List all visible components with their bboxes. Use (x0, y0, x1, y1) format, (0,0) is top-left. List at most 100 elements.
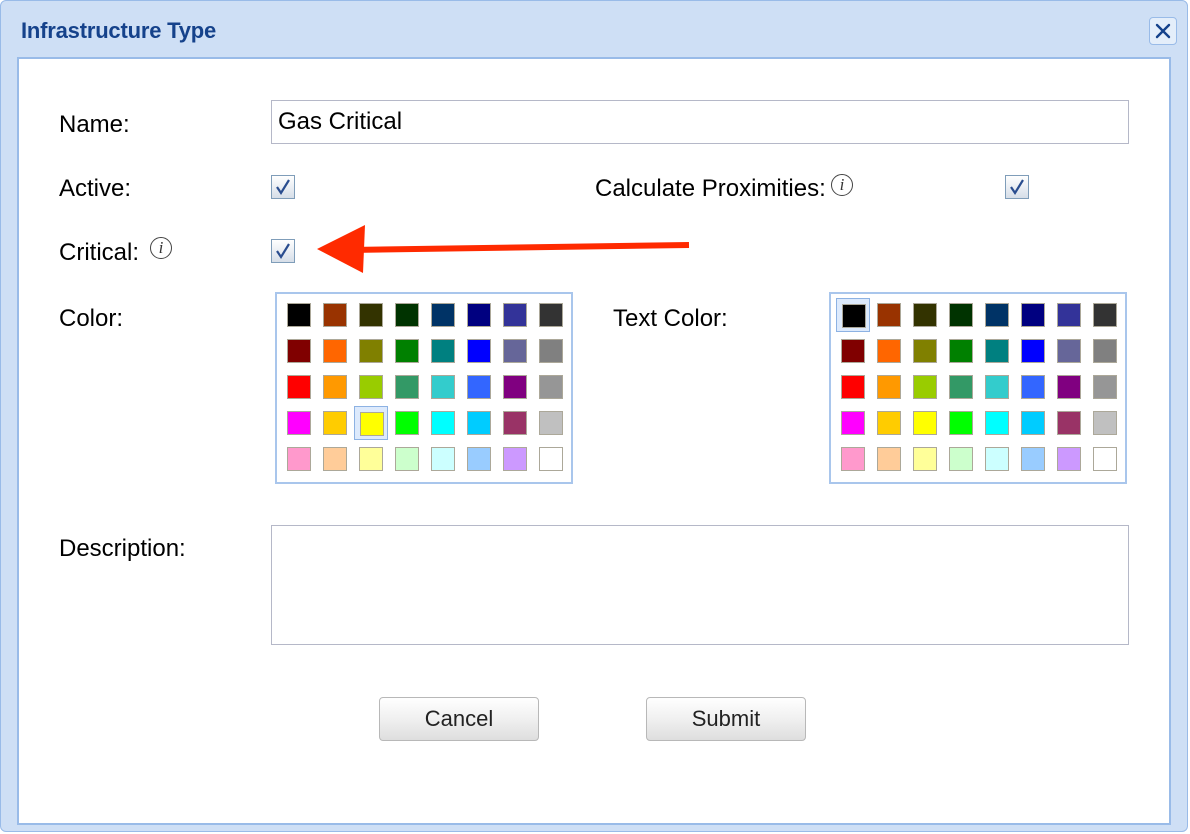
color-swatch[interactable] (462, 334, 496, 368)
color-palette[interactable] (275, 292, 573, 484)
color-swatch[interactable] (1052, 334, 1086, 368)
color-swatch-fill (359, 375, 383, 399)
color-swatch[interactable] (872, 370, 906, 404)
color-swatch[interactable] (980, 406, 1014, 440)
color-swatch[interactable] (980, 370, 1014, 404)
color-swatch[interactable] (1016, 406, 1050, 440)
color-swatch[interactable] (836, 298, 870, 332)
color-swatch[interactable] (1088, 442, 1122, 476)
color-swatch-fill (1021, 375, 1045, 399)
color-swatch[interactable] (390, 370, 424, 404)
color-swatch[interactable] (318, 406, 352, 440)
color-swatch[interactable] (908, 442, 942, 476)
color-swatch[interactable] (836, 406, 870, 440)
color-swatch[interactable] (944, 370, 978, 404)
color-swatch[interactable] (944, 406, 978, 440)
color-swatch[interactable] (282, 406, 316, 440)
color-swatch-fill (431, 375, 455, 399)
color-swatch[interactable] (1052, 298, 1086, 332)
dialog-titlebar[interactable]: Infrastructure Type (1, 1, 1187, 57)
color-swatch-fill (877, 303, 901, 327)
color-swatch-fill (841, 411, 865, 435)
color-swatch[interactable] (1052, 442, 1086, 476)
color-swatch[interactable] (836, 370, 870, 404)
color-swatch[interactable] (908, 370, 942, 404)
description-textarea[interactable] (271, 525, 1129, 645)
color-swatch[interactable] (1052, 370, 1086, 404)
color-swatch[interactable] (390, 334, 424, 368)
color-swatch-fill (539, 447, 563, 471)
color-swatch[interactable] (390, 298, 424, 332)
color-swatch[interactable] (282, 370, 316, 404)
color-swatch[interactable] (1088, 370, 1122, 404)
color-swatch[interactable] (980, 442, 1014, 476)
color-swatch[interactable] (872, 442, 906, 476)
color-swatch[interactable] (318, 442, 352, 476)
color-swatch[interactable] (836, 442, 870, 476)
color-swatch[interactable] (1088, 406, 1122, 440)
color-swatch[interactable] (1052, 406, 1086, 440)
color-swatch[interactable] (462, 370, 496, 404)
color-swatch[interactable] (354, 298, 388, 332)
color-swatch[interactable] (318, 370, 352, 404)
color-swatch[interactable] (534, 298, 568, 332)
color-swatch[interactable] (498, 406, 532, 440)
color-swatch[interactable] (836, 334, 870, 368)
color-swatch[interactable] (1016, 370, 1050, 404)
color-swatch[interactable] (318, 334, 352, 368)
color-swatch[interactable] (534, 442, 568, 476)
color-swatch[interactable] (1088, 334, 1122, 368)
color-swatch[interactable] (944, 298, 978, 332)
color-swatch[interactable] (534, 334, 568, 368)
color-swatch[interactable] (282, 334, 316, 368)
color-swatch[interactable] (1016, 442, 1050, 476)
color-swatch[interactable] (980, 334, 1014, 368)
color-swatch[interactable] (354, 334, 388, 368)
color-swatch[interactable] (872, 334, 906, 368)
color-swatch[interactable] (354, 370, 388, 404)
color-swatch[interactable] (354, 442, 388, 476)
color-swatch[interactable] (462, 406, 496, 440)
color-swatch[interactable] (1016, 334, 1050, 368)
color-swatch[interactable] (426, 334, 460, 368)
color-swatch[interactable] (1016, 298, 1050, 332)
color-swatch[interactable] (908, 298, 942, 332)
color-swatch[interactable] (498, 334, 532, 368)
close-button[interactable] (1149, 17, 1177, 45)
color-swatch[interactable] (462, 442, 496, 476)
color-swatch[interactable] (872, 406, 906, 440)
color-label: Color: (59, 305, 124, 332)
color-swatch[interactable] (944, 334, 978, 368)
color-swatch[interactable] (980, 298, 1014, 332)
color-swatch[interactable] (462, 298, 496, 332)
color-swatch[interactable] (872, 298, 906, 332)
color-swatch[interactable] (498, 298, 532, 332)
color-swatch[interactable] (282, 298, 316, 332)
color-swatch[interactable] (390, 406, 424, 440)
color-swatch[interactable] (498, 370, 532, 404)
submit-button[interactable]: Submit (646, 697, 806, 741)
color-swatch[interactable] (534, 370, 568, 404)
color-swatch[interactable] (426, 298, 460, 332)
color-swatch[interactable] (908, 406, 942, 440)
cancel-button[interactable]: Cancel (379, 697, 539, 741)
color-swatch[interactable] (282, 442, 316, 476)
color-swatch[interactable] (534, 406, 568, 440)
color-swatch-fill (395, 303, 419, 327)
color-swatch[interactable] (426, 370, 460, 404)
color-swatch[interactable] (426, 406, 460, 440)
text-color-label: Text Color: (613, 305, 728, 332)
color-swatch[interactable] (354, 406, 388, 440)
color-swatch[interactable] (908, 334, 942, 368)
color-swatch-fill (539, 339, 563, 363)
color-swatch[interactable] (1088, 298, 1122, 332)
color-swatch[interactable] (498, 442, 532, 476)
color-swatch[interactable] (318, 298, 352, 332)
color-swatch[interactable] (426, 442, 460, 476)
text-color-palette[interactable] (829, 292, 1127, 484)
color-swatch-fill (287, 303, 311, 327)
color-swatch-fill (1057, 303, 1081, 327)
color-swatch[interactable] (944, 442, 978, 476)
color-swatch[interactable] (390, 442, 424, 476)
color-swatch-fill (985, 303, 1009, 327)
